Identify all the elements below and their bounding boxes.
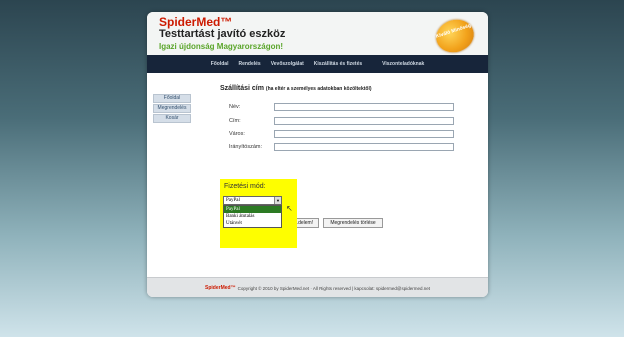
nav-item-support[interactable]: Vevőszolgálat	[271, 61, 304, 67]
mouse-pointer-icon: ↖	[286, 204, 293, 213]
option-bank-transfer[interactable]: Banki átutalás	[224, 213, 281, 220]
payment-method-label: Fizetési mód:	[224, 183, 266, 190]
brand-logo[interactable]: SpiderMed™	[159, 15, 232, 29]
address-label: Cím:	[229, 118, 241, 124]
footer-brand: SpiderMed™	[205, 285, 236, 291]
section-note: (ha eltér a személyes adatokban közöltek…	[265, 86, 372, 92]
nav-item-order[interactable]: Rendelés	[238, 61, 260, 67]
quality-badge-icon: Kiváló Minőség	[431, 14, 479, 58]
footer-text: Copyright © 2010 by SpiderMed.net · All …	[237, 285, 430, 291]
sidebar-item-cart[interactable]: Kosár	[153, 114, 191, 123]
city-field[interactable]	[274, 130, 454, 138]
city-label: Város:	[229, 131, 245, 137]
nav-item-home[interactable]: Főoldal	[211, 61, 229, 67]
zip-label: Irányítószám:	[229, 144, 263, 150]
payment-method-highlight: Fizetési mód: PayPal ▼ PayPal Banki átut…	[220, 179, 297, 248]
nav-item-resellers[interactable]: Viszonteladóknak	[382, 61, 424, 67]
payment-options-list: PayPal Banki átutalás Utánvét	[223, 205, 282, 228]
main-nav: Főoldal Rendelés Vevőszolgálat Kiszállít…	[147, 55, 488, 73]
address-field[interactable]	[274, 117, 454, 125]
site-header: SpiderMed™ Testtartást javító eszköz Iga…	[147, 12, 488, 58]
site-footer: SpiderMed™ Copyright © 2010 by SpiderMed…	[147, 277, 488, 297]
sidebar: Főoldal Megrendelés Kosár	[153, 94, 191, 124]
chevron-down-icon[interactable]: ▼	[274, 197, 281, 204]
page-container: SpiderMed™ Testtartást javító eszköz Iga…	[147, 12, 488, 297]
slogan: Igazi újdonság Magyarországon!	[159, 42, 284, 51]
name-label: Név:	[229, 104, 241, 110]
zip-field[interactable]	[274, 143, 454, 151]
section-title: Szállítási cím (ha eltér a személyes ada…	[220, 85, 372, 92]
nav-item-shipping[interactable]: Kiszállítás és fizetés	[314, 61, 362, 67]
tagline: Testtartást javító eszköz	[159, 28, 286, 40]
sidebar-item-order[interactable]: Megrendelés	[153, 104, 191, 113]
name-field[interactable]	[274, 103, 454, 111]
sidebar-item-home[interactable]: Főoldal	[153, 94, 191, 103]
clear-order-button[interactable]: Megrendelés törlése	[323, 218, 383, 228]
option-paypal[interactable]: PayPal	[224, 206, 281, 213]
option-cash-on-delivery[interactable]: Utánvét	[224, 220, 281, 227]
payment-method-select[interactable]: PayPal ▼	[223, 196, 282, 205]
